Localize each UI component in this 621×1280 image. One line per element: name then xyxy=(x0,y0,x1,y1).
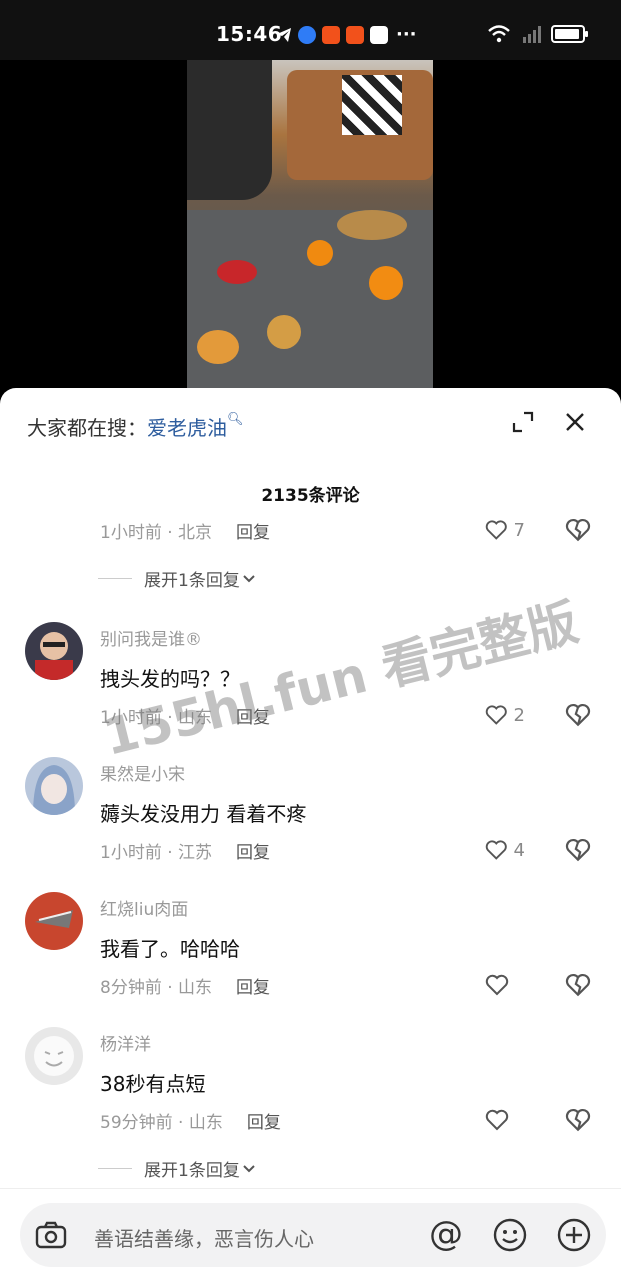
telegram-icon xyxy=(277,27,291,42)
divider-line xyxy=(98,578,132,579)
signal-icon xyxy=(523,26,541,43)
comment-location: 江苏 xyxy=(178,843,213,863)
like-count: 4 xyxy=(513,839,525,861)
reply-button[interactable]: 回复 xyxy=(236,843,270,863)
video-person xyxy=(187,60,272,200)
comment-time: 8分钟前 xyxy=(100,978,162,998)
video-table xyxy=(187,210,433,400)
status-time: 15:46 xyxy=(216,22,283,46)
comment-text: 38秒有点短 xyxy=(100,1072,206,1096)
like-button[interactable]: 4 xyxy=(485,837,525,863)
comment-location: 北京 xyxy=(178,523,213,543)
video-player[interactable] xyxy=(0,60,621,400)
comment-time: 59分钟前 xyxy=(100,1113,173,1133)
video-fruit xyxy=(337,210,407,240)
heart-icon xyxy=(485,840,507,860)
like-count: 7 xyxy=(513,519,525,541)
plus-icon[interactable] xyxy=(556,1217,592,1253)
input-placeholder[interactable]: 善语结善缘，恶言伤人心 xyxy=(94,1223,314,1252)
comment-text: 薅头发没用力 看着不疼 xyxy=(100,802,307,826)
battery-icon xyxy=(551,25,588,43)
expand-icon[interactable] xyxy=(511,410,535,434)
wifi-icon xyxy=(488,25,510,43)
reply-button[interactable]: 回复 xyxy=(236,978,270,998)
comments-sheet: 大家都在搜：爱老虎油🔍︎ 2135条评论 1小时前 · 北京 回复 7 展开1条回… xyxy=(0,388,621,1280)
comment-username[interactable]: 杨洋洋 xyxy=(100,1030,151,1055)
more-notifications-icon: ··· xyxy=(396,24,417,45)
app-notification-icon xyxy=(322,25,340,44)
comment-count: 2135条评论 xyxy=(261,486,360,506)
comment-meta: 59分钟前 · 山东 回复 xyxy=(100,1113,281,1133)
comment-username[interactable]: 别问我是谁® xyxy=(100,625,202,650)
app-notification-icon xyxy=(298,25,316,44)
expand-replies-button[interactable]: 展开1条回复 xyxy=(98,1156,258,1181)
status-system-icons xyxy=(487,24,588,44)
comment-username[interactable]: 红烧liu肉面 xyxy=(100,895,188,920)
like-button[interactable]: 2 xyxy=(485,702,525,728)
emoji-icon[interactable] xyxy=(492,1217,528,1253)
video-frame xyxy=(187,60,433,400)
chevron-down-icon xyxy=(243,574,255,582)
status-bar: 15:46 ··· xyxy=(0,0,621,60)
status-notification-icons: ··· xyxy=(276,24,417,45)
comment-location: 山东 xyxy=(178,978,213,998)
avatar[interactable] xyxy=(25,757,83,815)
camera-icon[interactable] xyxy=(34,1219,68,1251)
heart-icon xyxy=(485,974,509,996)
expand-replies-label: 展开1条回复 xyxy=(144,1161,240,1181)
comment-location: 山东 xyxy=(188,1113,223,1133)
chevron-down-icon xyxy=(243,1164,255,1172)
broken-heart-icon[interactable] xyxy=(565,702,591,728)
heart-icon xyxy=(485,520,507,540)
heart-icon xyxy=(485,705,507,725)
comment-time: 1小时前 xyxy=(100,523,162,543)
like-button[interactable] xyxy=(485,972,525,998)
comment-input[interactable]: 善语结善缘，恶言伤人心 @ xyxy=(20,1203,606,1267)
like-button[interactable]: 7 xyxy=(485,517,525,543)
video-fruit xyxy=(267,315,301,349)
search-icon: 🔍︎ xyxy=(227,412,244,427)
reply-button[interactable]: 回复 xyxy=(247,1113,281,1133)
comment-text: 我看了。哈哈哈 xyxy=(100,937,240,961)
video-pillow xyxy=(342,75,402,135)
like-button[interactable] xyxy=(485,1107,525,1133)
broken-heart-icon[interactable] xyxy=(565,517,591,543)
like-count: 2 xyxy=(513,704,525,726)
heart-icon xyxy=(485,1109,509,1131)
expand-replies-button[interactable]: 展开1条回复 xyxy=(98,566,258,591)
comment-meta: 1小时前 · 江苏 回复 xyxy=(100,843,271,863)
video-fruit xyxy=(369,266,403,300)
video-fruit xyxy=(217,260,257,284)
avatar[interactable] xyxy=(25,1027,83,1085)
avatar[interactable] xyxy=(25,892,83,950)
trending-search-keyword[interactable]: 爱老虎油 xyxy=(147,416,227,440)
comment-meta: 1小时前 · 北京 回复 xyxy=(100,523,271,543)
video-fruit xyxy=(307,240,333,266)
video-fruit xyxy=(197,330,239,364)
broken-heart-icon[interactable] xyxy=(565,1107,591,1133)
reply-button[interactable]: 回复 xyxy=(236,523,270,543)
avatar[interactable] xyxy=(25,622,83,680)
close-icon[interactable] xyxy=(563,410,587,434)
comment-time: 1小时前 xyxy=(100,843,162,863)
divider-line xyxy=(98,1168,132,1169)
trending-search[interactable]: 大家都在搜：爱老虎油🔍︎ xyxy=(27,412,244,441)
app-notification-icon xyxy=(346,25,364,44)
expand-replies-label: 展开1条回复 xyxy=(144,571,240,591)
comment-input-bar: 善语结善缘，恶言伤人心 @ xyxy=(0,1188,621,1280)
mention-button[interactable]: @ xyxy=(428,1217,464,1253)
app-notification-icon xyxy=(370,25,388,44)
comment-meta: 8分钟前 · 山东 回复 xyxy=(100,978,271,998)
broken-heart-icon[interactable] xyxy=(565,837,591,863)
broken-heart-icon[interactable] xyxy=(565,972,591,998)
trending-search-prefix: 大家都在搜： xyxy=(27,416,147,440)
